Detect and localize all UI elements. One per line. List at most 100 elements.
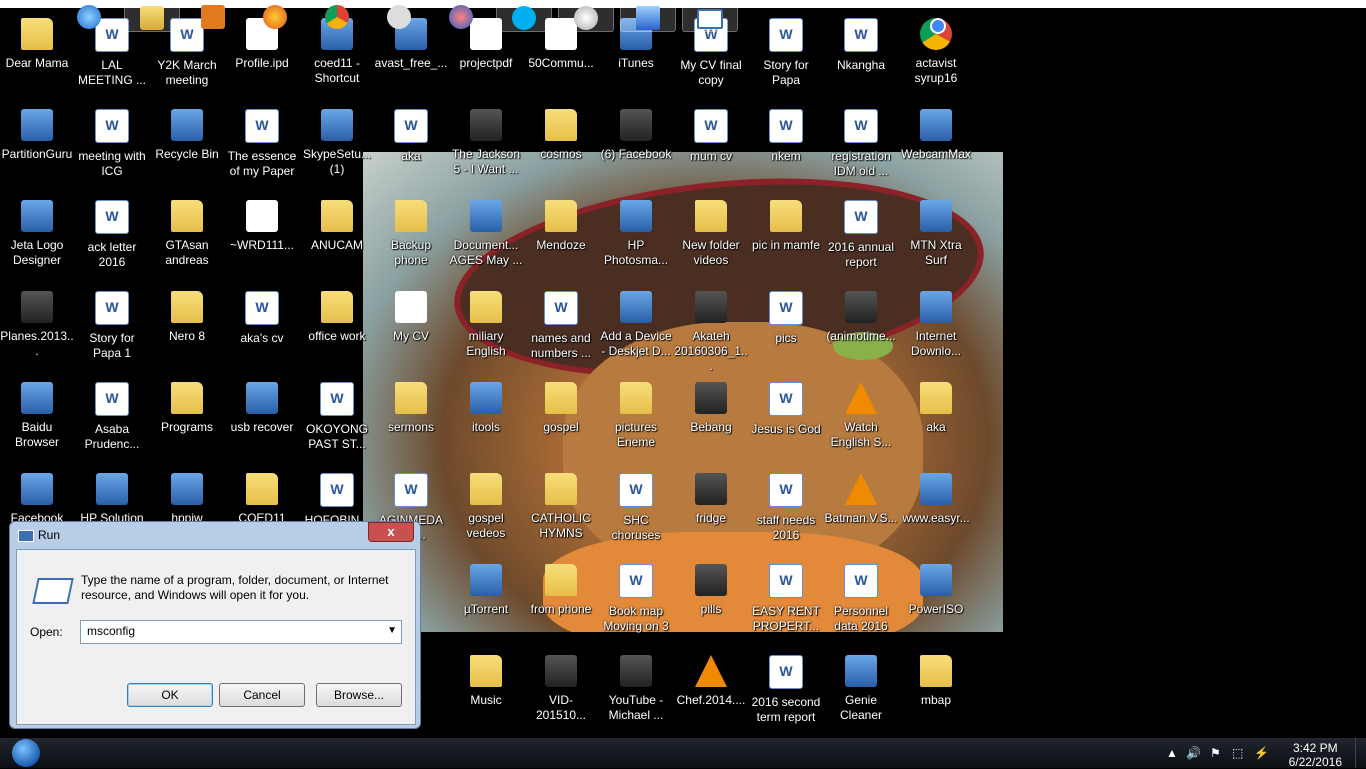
explorer-taskbar-button[interactable] (124, 2, 180, 32)
desktop-icon[interactable]: Batman.V.S... (824, 463, 898, 547)
desktop-icon[interactable]: cosmos (524, 99, 598, 183)
desktop-icon[interactable]: staff needs 2016 (749, 463, 823, 547)
skype-taskbar-button[interactable] (496, 2, 552, 32)
desktop-icon[interactable]: usb recover (225, 372, 299, 456)
desktop-icon[interactable]: actavist syrup16 (899, 8, 973, 92)
desktop-icon[interactable]: fridge (674, 463, 748, 547)
desktop-icon[interactable]: Programs (150, 372, 224, 456)
desktop-icon[interactable]: Nero 8 (150, 281, 224, 365)
desktop-icon[interactable]: aka's cv (225, 281, 299, 365)
desktop-icon[interactable]: Music (449, 645, 523, 729)
desktop-icon[interactable]: (6) Facebook (599, 99, 673, 183)
desktop-icon[interactable]: pictures Eneme (599, 372, 673, 456)
desktop-icon[interactable]: VID-201510... (524, 645, 598, 729)
desktop-icon[interactable]: Planes.2013... (0, 281, 74, 365)
desktop-icon[interactable]: aka (374, 99, 448, 183)
desktop-icon[interactable]: My CV (374, 281, 448, 365)
desktop-icon[interactable]: Story for Papa 1 (75, 281, 149, 365)
desktop-icon[interactable]: Akateh 20160306_1... (674, 281, 748, 373)
desktop-icon[interactable]: (animotime... (824, 281, 898, 365)
volume-icon[interactable]: 🔊 (1186, 746, 1201, 760)
desktop-icon[interactable]: Jesus is God (749, 372, 823, 456)
desktop-icon[interactable]: WebcamMax (899, 99, 973, 183)
open-combobox[interactable]: ▼ (80, 620, 402, 644)
desktop-icon[interactable]: µTorrent (449, 554, 523, 638)
desktop-icon[interactable]: gospel (524, 372, 598, 456)
desktop-icon[interactable]: SHC choruses (599, 463, 673, 547)
show-hidden-icons-icon[interactable]: ▲ (1166, 746, 1178, 760)
baidu-taskbar-button[interactable] (434, 2, 488, 30)
desktop-icon[interactable]: PartitionGuru (0, 99, 74, 183)
desktop-icon[interactable]: aka (899, 372, 973, 456)
desktop-icon[interactable]: registration IDM old ... (824, 99, 898, 183)
ok-button[interactable]: OK (127, 683, 213, 707)
desktop-icon[interactable]: The Jackson 5 - I Want ... (449, 99, 523, 183)
desktop-icon[interactable]: from phone (524, 554, 598, 638)
desktop-icon[interactable]: Add a Device - Deskjet D... (599, 281, 673, 365)
browse-button[interactable]: Browse... (316, 683, 402, 707)
start-button[interactable] (5, 738, 47, 768)
desktop-icon[interactable]: Jeta Logo Designer (0, 190, 74, 274)
run-taskbar-button[interactable] (682, 2, 738, 32)
desktop-icon[interactable]: 2016 second term report (749, 645, 823, 729)
desktop-icon[interactable]: Baidu Browser (0, 372, 74, 456)
desktop-icon[interactable]: 2016 annual report (824, 190, 898, 274)
cancel-button[interactable]: Cancel (219, 683, 305, 707)
desktop-icon[interactable]: meeting with ICG (75, 99, 149, 183)
desktop-icon[interactable]: YouTube - Michael ... (599, 645, 673, 729)
network-icon[interactable]: ⬚ (1232, 746, 1243, 760)
desktop-icon[interactable]: MTN Xtra Surf (899, 190, 973, 274)
desktop-icon[interactable]: pics (749, 281, 823, 365)
desktop-icon[interactable]: Nkangha (824, 8, 898, 92)
desktop-icon[interactable]: Personnel data 2016 (824, 554, 898, 638)
run-titlebar[interactable]: Run x (10, 522, 420, 548)
desktop-icon[interactable]: OKOYONG PAST ST... (300, 372, 374, 456)
media-player-taskbar-button[interactable] (186, 2, 240, 30)
close-button[interactable]: x (368, 522, 414, 542)
desktop-icon[interactable]: PowerISO (899, 554, 973, 638)
desktop-icon[interactable]: New folder videos (674, 190, 748, 274)
desktop-icon[interactable]: Mendoze (524, 190, 598, 274)
evernote-taskbar-button[interactable] (372, 2, 426, 30)
desktop-icon[interactable]: Chef.2014.... (674, 645, 748, 729)
desktop-icon[interactable]: gospel vedeos (449, 463, 523, 547)
clock[interactable]: 3:42 PM 6/22/2016 (1289, 741, 1342, 769)
desktop-icon[interactable]: HP Photosma... (599, 190, 673, 274)
desktop-icon[interactable]: Genie Cleaner (824, 645, 898, 729)
photo-viewer-taskbar-button[interactable] (620, 2, 676, 32)
desktop-icon[interactable]: Asaba Prudenc... (75, 372, 149, 456)
desktop-icon[interactable]: pills (674, 554, 748, 638)
desktop-icon[interactable]: mbap (899, 645, 973, 729)
desktop-icon[interactable]: names and numbers ... (524, 281, 598, 365)
desktop-icon[interactable]: mum cv (674, 99, 748, 183)
desktop-icon[interactable]: GTAsan andreas (150, 190, 224, 274)
desktop-icon[interactable]: nkem (749, 99, 823, 183)
desktop-icon[interactable]: Backup phone (374, 190, 448, 274)
internet-explorer-taskbar-button[interactable] (62, 2, 116, 30)
open-input[interactable] (81, 621, 383, 641)
desktop-icon[interactable]: Story for Papa (749, 8, 823, 92)
desktop-icon[interactable]: ack letter 2016 (75, 190, 149, 274)
desktop-icon[interactable]: Watch English S... (824, 372, 898, 456)
desktop-icon[interactable]: ~WRD111... (225, 190, 299, 274)
desktop-icon[interactable]: CATHOLIC HYMNS (524, 463, 598, 547)
desktop-icon[interactable]: www.easyr... (899, 463, 973, 547)
desktop-icon[interactable]: Internet Downlo... (899, 281, 973, 365)
action-center-icon[interactable]: ⚑ (1210, 746, 1221, 760)
desktop-icon[interactable]: Document... AGES May ... (449, 190, 523, 274)
power-icon[interactable]: ⚡ (1254, 746, 1269, 760)
chrome-taskbar-button[interactable] (310, 2, 364, 30)
firefox-taskbar-button[interactable] (248, 2, 302, 30)
desktop-icon[interactable]: ANUCAM (300, 190, 374, 274)
desktop-icon[interactable]: office work (300, 281, 374, 365)
dropdown-arrow-icon[interactable]: ▼ (387, 625, 397, 636)
desktop-icon[interactable]: SkypeSetu... (1) (300, 99, 374, 183)
show-desktop-button[interactable] (1355, 738, 1366, 768)
desktop-icon[interactable]: Recycle Bin (150, 99, 224, 183)
desktop-icon[interactable]: The essence of my Paper (225, 99, 299, 183)
desktop-icon[interactable]: sermons (374, 372, 448, 456)
desktop-icon[interactable]: pic in mamfe (749, 190, 823, 274)
desktop-icon[interactable]: Book map Moving on 3 (599, 554, 673, 638)
desktop-icon[interactable]: EASY RENT PROPERT... (749, 554, 823, 638)
desktop-icon[interactable]: Bebang (674, 372, 748, 456)
